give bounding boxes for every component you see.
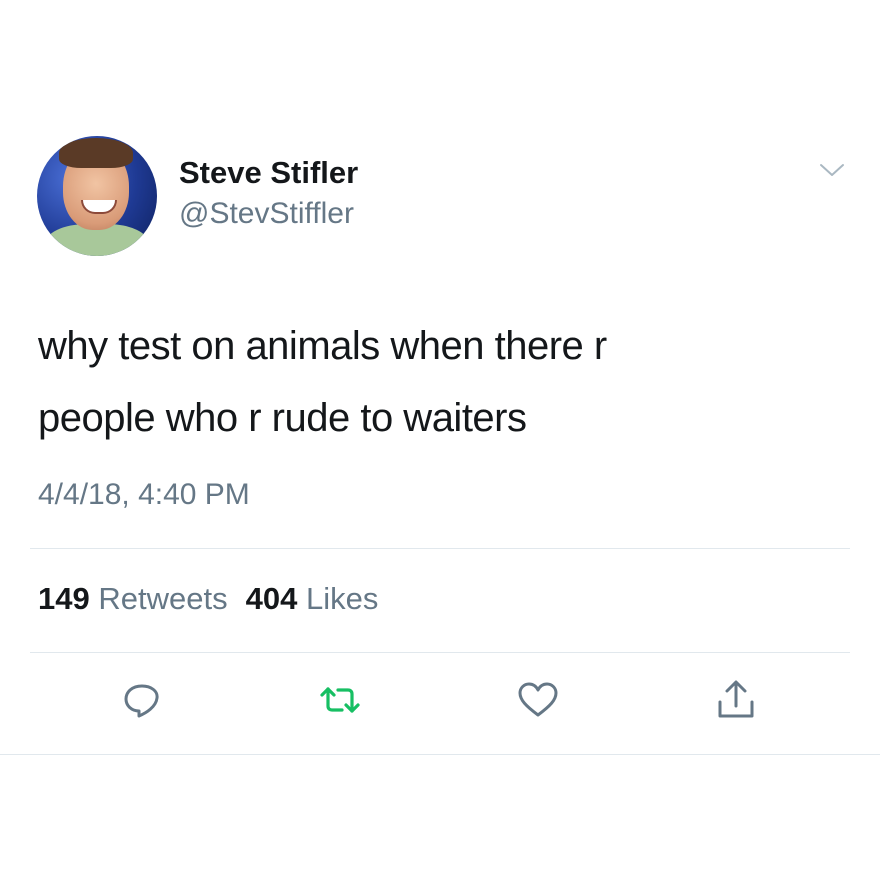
author-name[interactable]: Steve Stifler	[179, 155, 358, 191]
reply-icon	[120, 684, 164, 726]
retweet-icon	[318, 687, 362, 726]
avatar[interactable]	[37, 136, 157, 256]
retweet-button[interactable]	[318, 678, 362, 722]
tweet-timestamp[interactable]: 4/4/18, 4:40 PM	[38, 478, 250, 512]
divider	[30, 548, 850, 549]
share-button[interactable]	[714, 678, 758, 722]
likes-label: Likes	[305, 581, 379, 616]
avatar-hair	[59, 138, 133, 168]
tweet-card: Steve Stifler @StevStiffler why test on …	[0, 0, 880, 880]
divider	[30, 652, 850, 653]
retweets-stat[interactable]: 149 Retweets	[38, 581, 228, 616]
author-handle[interactable]: @StevStiffler	[179, 197, 354, 231]
reply-button[interactable]	[120, 678, 164, 722]
retweets-count: 149	[38, 581, 90, 616]
chevron-down-icon[interactable]	[818, 160, 846, 180]
like-button[interactable]	[516, 678, 560, 722]
heart-icon	[516, 682, 560, 726]
likes-count: 404	[245, 581, 298, 616]
tweet-text-line: people who r rude to waiters	[38, 396, 527, 440]
share-icon	[714, 680, 758, 726]
tweet-text-line: why test on animals when there r	[38, 324, 607, 368]
divider	[0, 754, 880, 755]
tweet-stats: 149 Retweets 404 Likes	[38, 581, 378, 617]
tweet-text: why test on animals when there r people …	[38, 310, 838, 454]
likes-stat[interactable]: 404 Likes	[246, 581, 379, 616]
retweets-label: Retweets	[98, 581, 228, 616]
